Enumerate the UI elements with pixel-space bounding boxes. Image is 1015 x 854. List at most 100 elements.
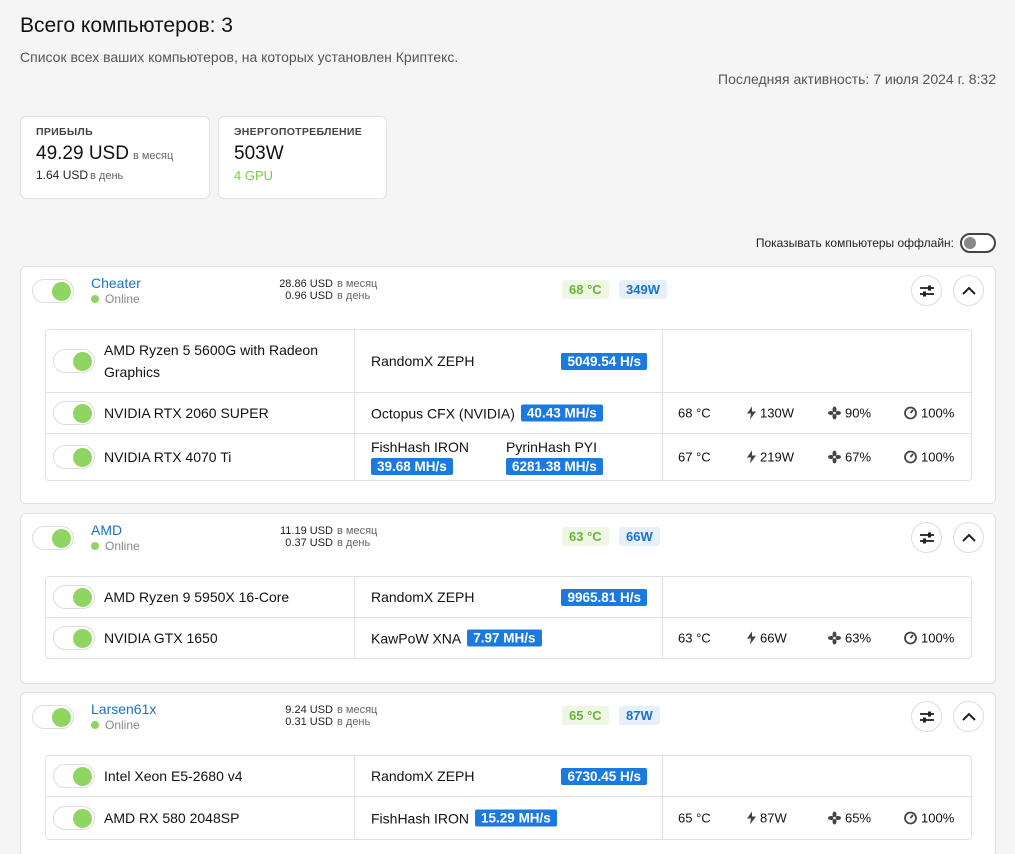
device-power-value: 87W [760,810,787,826]
status-dot [91,542,99,550]
algo-label: FishHash IRON [371,439,470,455]
device-fan: 65% [828,811,871,826]
profit-label: Прибыль [36,126,93,138]
machine-toggle[interactable] [32,705,74,729]
device-temp: 67 °C [678,450,711,465]
machine-temp-badge: 63 °C [562,527,609,546]
collapse-button[interactable] [953,522,984,553]
device-algo-cell: Octopus CFX (NVIDIA) 40.43 MH/s [355,393,663,433]
device-power: 87W [747,811,787,826]
device-load-value: 100% [921,630,955,646]
machine-power-badge: 349W [619,280,667,299]
chevron-up-icon [961,712,976,721]
lightning-icon [747,406,756,420]
device-algo-cell: RandomX ZEPH 9965.81 H/s [355,577,663,617]
algo: RandomX ZEPH [371,589,474,605]
machine-toggle[interactable] [32,526,74,550]
device-power: 66W [747,631,787,646]
machine-status: Online [91,718,140,732]
device-load: 100% [904,811,954,826]
status-dot [91,295,99,303]
sliders-icon [919,711,934,722]
device-fan: 67% [828,450,871,465]
machine-temp-badge: 65 °C [562,706,609,725]
sliders-icon [919,285,934,296]
machine-status: Online [91,292,140,306]
device-toggle[interactable] [53,349,95,373]
device-name: NVIDIA RTX 2060 SUPER [104,405,269,421]
device-power: 219W [747,450,794,465]
gauge-icon [904,450,917,464]
hashrate-badge: 6730.45 H/s [561,768,647,785]
device-algo-cell: FishHash IRON 39.68 MH/s PyrinHash PYI 628… [355,434,663,480]
chevron-up-icon [961,533,976,542]
machine-monthly-unit: в месяц [337,704,378,716]
machine-power-badge: 66W [619,527,660,546]
machine-daily-unit: в день [337,290,371,302]
machine-header: AMD Online 11.19 USD в месяц 0.37 USD в де… [21,514,995,576]
device-name-cell: NVIDIA GTX 1650 [46,618,355,658]
device-algo-cell: RandomX ZEPH 5049.54 H/s [355,330,663,392]
offline-toggle-row: Показывать компьютеры оффлайн: [756,233,996,253]
device-fan-value: 65% [845,810,872,826]
power-label: Энергопотребление [234,126,363,138]
settings-button[interactable] [911,522,942,553]
gauge-icon [904,811,917,825]
algo-label: KawPoW XNA [371,630,462,646]
device-toggle[interactable] [53,626,95,650]
settings-button[interactable] [911,275,942,306]
machine-daily: 0.96 USD [285,290,333,302]
hashrate-badge: 5049.54 H/s [561,353,647,370]
device-temp: 68 °C [678,406,711,421]
hashrate-badge: 15.29 MH/s [475,809,557,827]
device-algo-cell: KawPoW XNA 7.97 MH/s [355,618,663,658]
machine-toggle[interactable] [32,279,74,303]
algo-label: RandomX ZEPH [371,589,475,605]
device-toggle[interactable] [53,401,95,425]
profit-daily: 1.64 USD в день [36,168,194,182]
device-name-cell: AMD RX 580 2048SP [46,797,355,839]
device-toggle[interactable] [53,585,95,609]
page-description: Список всех ваших компьютеров, на которы… [20,49,459,65]
device-fan-value: 67% [845,449,872,465]
machine-name[interactable]: AMD [91,522,122,538]
machine-daily: 0.37 USD [285,537,333,549]
device-stats-cell: 65 °C 87W 65% 100% [663,797,971,839]
device-toggle[interactable] [53,445,95,469]
device-name: NVIDIA GTX 1650 [104,630,218,646]
status-text: Online [105,718,140,732]
device-fan-value: 63% [845,630,872,646]
status-text: Online [105,292,140,306]
settings-button[interactable] [911,701,942,732]
collapse-button[interactable] [953,275,984,306]
algo: FishHash IRON 15.29 MH/s [371,809,557,827]
lightning-icon [747,811,756,825]
device-table: Intel Xeon E5-2680 v4 RandomX ZEPH 6730.… [45,755,972,840]
hashrate-badge: 9965.81 H/s [561,589,647,606]
offline-toggle-switch[interactable] [960,233,996,253]
algo-label: Octopus CFX (NVIDIA) [371,405,515,421]
machine-name[interactable]: Larsen61x [91,701,156,717]
device-name: NVIDIA RTX 4070 Ti [104,449,232,465]
collapse-button[interactable] [953,701,984,732]
device-load-value: 100% [921,810,955,826]
algo: PyrinHash PYI 6281.38 MH/s [506,437,603,475]
device-table: AMD Ryzen 5 5600G with Radeon Graphics R… [45,329,972,481]
machine-earnings: 28.86 USD в месяц 0.96 USD в день [267,278,377,302]
device-row: NVIDIA RTX 2060 SUPER Octopus CFX (NVIDI… [46,393,971,434]
device-power-value: 219W [760,449,794,465]
device-load: 100% [904,406,954,421]
device-name-cell: AMD Ryzen 9 5950X 16-Core [46,577,355,617]
machine-header: Cheater Online 28.86 USD в месяц 0.96 USD… [21,267,995,329]
machine-name[interactable]: Cheater [91,275,141,291]
device-toggle[interactable] [53,806,95,830]
dashboard-page: Всего компьютеров: 3 Список всех ваших к… [0,0,1015,854]
device-toggle[interactable] [53,764,95,788]
device-temp-value: 67 °C [678,449,711,465]
machine-temp-badge: 68 °C [562,280,609,299]
gauge-icon [904,406,917,420]
status-text: Online [105,539,140,553]
algo: FishHash IRON 39.68 MH/s [371,437,469,475]
device-stats-cell: 68 °C 130W 90% 100% [663,393,971,433]
device-name-cell: Intel Xeon E5-2680 v4 [46,756,355,796]
